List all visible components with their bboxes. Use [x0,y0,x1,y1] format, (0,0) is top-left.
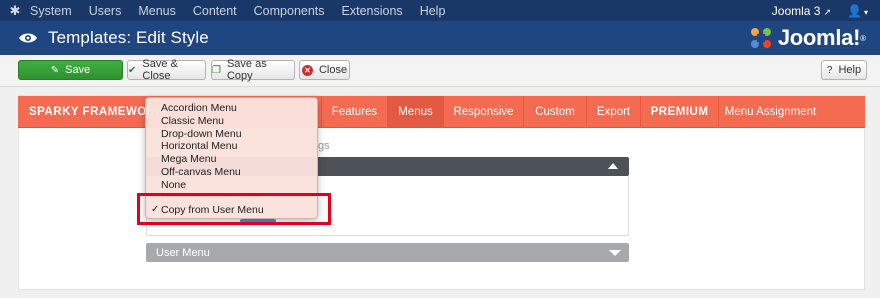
menu-help[interactable]: Help [420,4,446,18]
tab-premium[interactable]: PREMIUM [641,96,719,127]
settings-hint: gs [318,140,330,152]
option-mega-menu[interactable]: Mega Menu [161,153,216,166]
close-icon: ✕ [301,64,313,76]
menu-users[interactable]: Users [89,4,122,18]
toolbar: ✎ Save ✔ Save & Close ❐ Save as Copy ✕ C… [0,55,880,87]
user-menu[interactable]: 👤 ▾ [847,4,868,18]
save-close-button[interactable]: ✔ Save & Close [127,58,206,82]
menu-system[interactable]: System [30,4,72,18]
system-menu: System Users Menus Content Components Ex… [30,4,462,18]
brand-text: Joomla! [777,25,861,50]
option-classic-menu[interactable]: Classic Menu [161,115,224,128]
joomla-logo: Joomla! ® [748,25,866,51]
joomla-logo-icon [750,28,771,48]
tab-label: Export [596,105,631,118]
save-close-label: Save & Close [142,58,178,82]
page-title: Templates: Edit Style [48,28,209,47]
menu-menus[interactable]: Menus [138,4,176,18]
highlight-box [137,193,331,225]
menu-extensions[interactable]: Extensions [342,4,403,18]
external-link-icon: ↗ [823,6,832,17]
option-accordion-menu[interactable]: Accordion Menu [161,102,237,115]
user-icon: 👤 [847,3,862,18]
eye-icon [19,33,37,43]
menu-content[interactable]: Content [193,4,237,18]
system-navbar: ✱ System Users Menus Content Components … [0,0,880,21]
site-link[interactable]: Joomla 3 ↗ [772,4,831,18]
save-label: Save [65,64,91,76]
question-icon: ? [826,64,833,76]
caret-up-icon [608,163,618,169]
user-menu-panel-header[interactable]: User Menu [146,243,629,262]
option-offcanvas-menu[interactable]: Off-canvas Menu [161,166,241,179]
close-button[interactable]: ✕ Close [299,60,350,80]
tab-label: Menus [398,105,433,118]
caret-down-icon: ▾ [863,7,868,17]
save-copy-button[interactable]: ❐ Save as Copy [211,58,295,82]
tab-menus[interactable]: Menus [388,96,444,127]
copy-icon: ❐ [212,64,221,76]
tab-label: Menu Assignment [724,105,817,118]
user-menu-label: User Menu [156,246,210,259]
option-horizontal-menu[interactable]: Horizontal Menu [161,140,237,153]
tab-label: Features [331,105,378,118]
check-icon: ✔ [128,64,137,76]
tab-menu-assignment[interactable]: Menu Assignment [719,96,822,127]
title-bar: Templates: Edit Style Joomla! ® [0,21,880,55]
save-copy-label: Save as Copy [226,58,267,82]
save-button[interactable]: ✎ Save [18,60,123,80]
edit-icon: ✎ [50,64,60,76]
option-none[interactable]: None [161,179,186,192]
tab-label: Custom [535,105,575,118]
tab-features[interactable]: Features [322,96,388,127]
tab-export[interactable]: Export [587,96,641,127]
tab-responsive[interactable]: Responsive [444,96,524,127]
tab-label: Responsive [453,105,514,118]
tab-custom[interactable]: Custom [524,96,587,127]
close-label: Close [318,64,348,76]
menu-components[interactable]: Components [254,4,325,18]
caret-down-icon [609,250,621,256]
help-label: Help [838,64,862,76]
help-button[interactable]: ? Help [821,60,867,80]
brand-registered-mark: ® [860,33,866,43]
tab-label: PREMIUM [650,105,709,118]
joomla-small-icon[interactable]: ✱ [0,3,30,19]
site-link-label: Joomla 3 [771,3,821,18]
